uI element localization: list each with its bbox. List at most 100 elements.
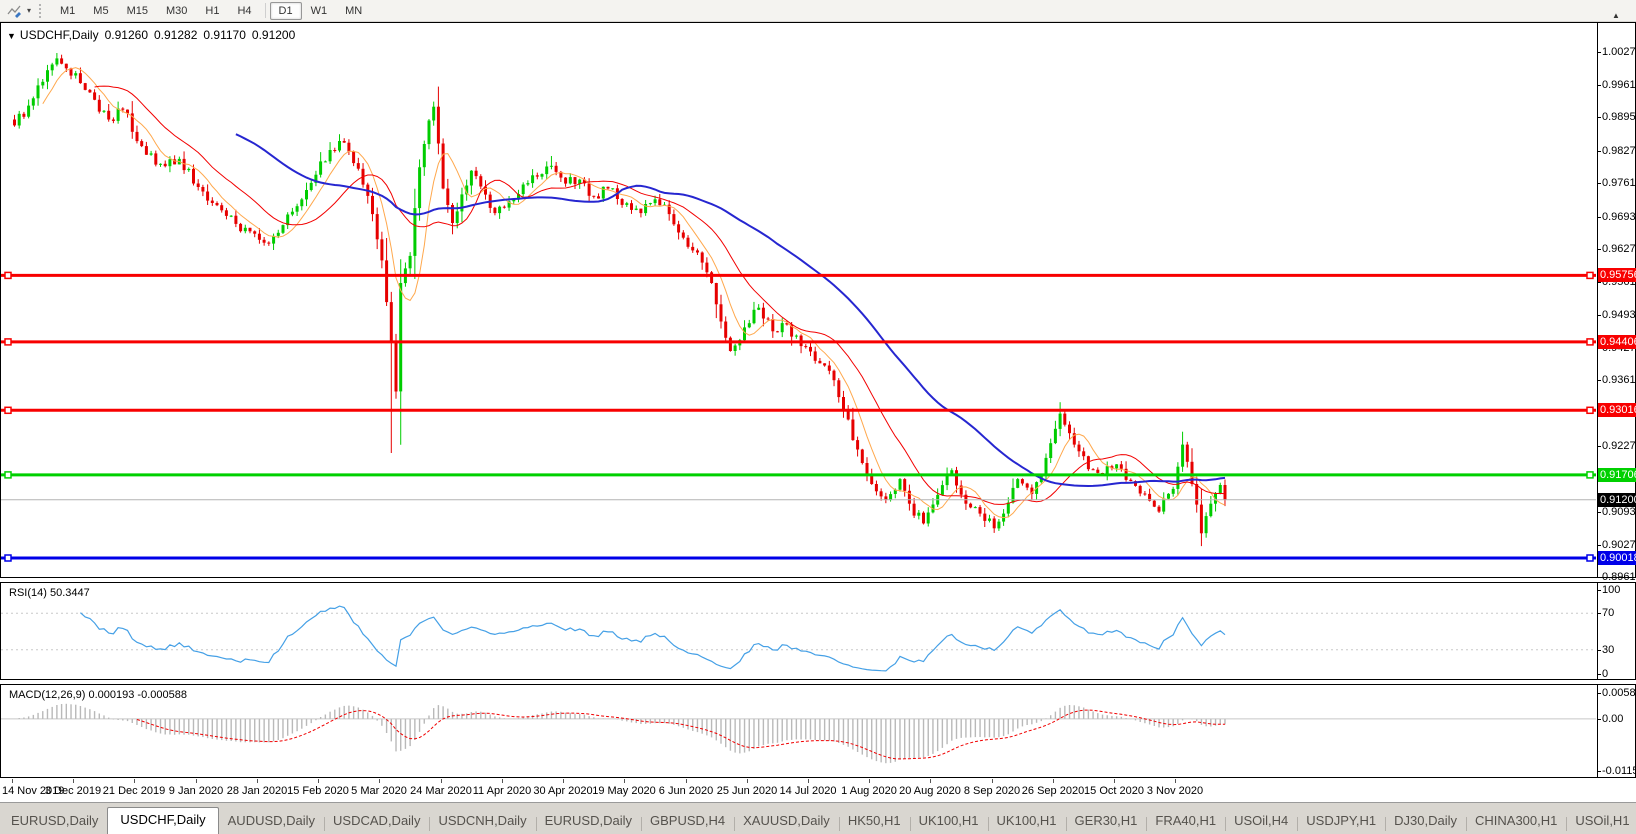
price-tick-label: 0.96270 (1597, 243, 1636, 256)
date-label: 20 Aug 2020 (899, 785, 961, 797)
draw-tool-icon (7, 5, 21, 18)
macd-plot[interactable] (1, 685, 1596, 777)
ohlc-high: 0.91282 (154, 28, 198, 42)
ohlc-open: 0.91260 (104, 28, 148, 42)
hline-price-tag[interactable]: 0.91706 (1598, 468, 1636, 482)
date-tick (686, 779, 687, 783)
symbol-tab-eurusd-daily[interactable]: EURUSD,Daily (2, 809, 107, 834)
symbol-tab-xauusd-daily[interactable]: XAUUSD,Daily (734, 809, 839, 834)
price-tick-label: 0.92270 (1597, 440, 1636, 453)
date-label: 24 Mar 2020 (410, 785, 472, 797)
rsi-line (79, 605, 1226, 672)
ohlc-low: 0.91170 (203, 28, 246, 42)
date-tick (1053, 779, 1054, 783)
date-label: 19 May 2020 (592, 785, 656, 797)
macd-scale-label: 0.00 (1596, 713, 1624, 725)
timeframe-button-m15[interactable]: M15 (118, 2, 157, 20)
date-label: 26 Sep 2020 (1021, 785, 1085, 797)
date-tick (624, 779, 625, 783)
date-tick (318, 779, 319, 783)
rsi-plot[interactable] (1, 583, 1596, 679)
date-label: 11 Apr 2020 (472, 785, 532, 797)
symbol-tab-dj30-daily[interactable]: DJ30,Daily (1385, 809, 1466, 834)
date-label: 8 Sep 2020 (963, 785, 1021, 797)
date-label: 15 Feb 2020 (287, 785, 349, 797)
symbol-tab-usoil-h1[interactable]: USOil,H1 (1566, 809, 1636, 834)
symbol-tab-usdchf-daily[interactable]: USDCHF,Daily (107, 807, 219, 834)
price-tick-label: 0.90930 (1597, 506, 1636, 519)
date-tick (1114, 779, 1115, 783)
main-chart-panel: ▼ USDCHF,Daily 0.91260 0.91282 0.91170 0.9120… (0, 22, 1636, 583)
symbol-tab-fra40-h1[interactable]: FRA40,H1 (1146, 809, 1225, 834)
timeframe-button-m30[interactable]: M30 (157, 2, 196, 20)
ma-fast-line (42, 67, 1226, 519)
rsi-scale-label: 70 (1596, 607, 1615, 619)
date-label: 1 Aug 2020 (841, 785, 897, 797)
ma-slow-line (235, 133, 1226, 488)
hline-price-tag[interactable]: 0.90018 (1598, 551, 1636, 565)
date-label: 5 Mar 2020 (351, 785, 407, 797)
draw-tool-button[interactable] (4, 2, 24, 20)
date-tick (930, 779, 931, 783)
toolbar: ▾ M1 M5 M15 M30 H1 H4 D1 W1 MN (0, 0, 1636, 22)
hline-price-tag[interactable]: 0.95756 (1598, 268, 1636, 282)
price-tick-label: 0.98950 (1597, 111, 1636, 124)
symbol-tab-usdcnh-daily[interactable]: USDCNH,Daily (429, 809, 535, 834)
timeframe-button-m5[interactable]: M5 (84, 2, 117, 20)
date-axis: 14 Nov 2019 3 Dec 2019 21 Dec 2019 9 Jan 20… (0, 779, 1636, 801)
timeframe-button-mn[interactable]: MN (336, 2, 371, 20)
date-tick (1175, 779, 1176, 783)
date-tick (257, 779, 258, 783)
rsi-scale-label: 100 (1596, 584, 1621, 596)
timeframe-button-h4[interactable]: H4 (228, 2, 260, 20)
date-label: 21 Dec 2019 (102, 785, 166, 797)
date-label: 25 Jun 2020 (716, 785, 778, 797)
rsi-scale-label: 0 (1596, 668, 1609, 680)
symbol-tab-china300-h1[interactable]: CHINA300,H1 (1466, 809, 1566, 834)
main-chart-plot[interactable] (1, 23, 1596, 577)
date-label: 28 Jan 2020 (226, 785, 288, 797)
date-tick (134, 779, 135, 783)
date-tick (992, 779, 993, 783)
price-tick-label: 0.94930 (1597, 309, 1636, 322)
symbol-tab-hk50-h1[interactable]: HK50,H1 (838, 809, 910, 834)
timeframe-button-h1[interactable]: H1 (196, 2, 228, 20)
price-tick-label: 0.93610 (1597, 374, 1636, 387)
date-tick (12, 779, 13, 783)
timeframe-button-m1[interactable]: M1 (51, 2, 84, 20)
collapse-arrow-icon[interactable]: ▼ (7, 31, 16, 41)
chevron-down-icon[interactable]: ▾ (24, 6, 34, 15)
symbol-tab-bar: EURUSD,Daily USDCHF,Daily AUDUSD,Daily USDC… (0, 802, 1636, 834)
macd-scale-label: -0.011514 (1597, 765, 1636, 778)
hline-price-tag[interactable]: 0.93016 (1598, 403, 1636, 417)
symbol-tab-usdcad-daily[interactable]: USDCAD,Daily (324, 809, 429, 834)
price-tick-label: 0.97610 (1597, 177, 1636, 190)
symbol-tab-usoil-h4[interactable]: USOil,H4 (1225, 809, 1297, 834)
date-label: 15 Oct 2020 (1084, 785, 1144, 797)
date-tick (196, 779, 197, 783)
date-label: 3 Nov 2020 (1146, 785, 1204, 797)
macd-label: MACD(12,26,9) 0.000193 -0.000588 (9, 689, 187, 701)
ohlc-close: 0.91200 (251, 28, 296, 42)
timeframe-button-w1[interactable]: W1 (302, 2, 337, 20)
date-label: 9 Jan 2020 (168, 785, 224, 797)
hline-price-tag[interactable]: 0.94406 (1598, 335, 1636, 349)
chart-shift-marker-icon: ▲ (1612, 11, 1620, 20)
symbol-tab-eurusd-daily[interactable]: EURUSD,Daily (535, 809, 641, 834)
date-tick (869, 779, 870, 783)
symbol-tab-uk100-h1[interactable]: UK100,H1 (987, 809, 1066, 834)
price-tick-label: 0.96930 (1597, 211, 1636, 224)
symbol-tab-usdjpy-h1[interactable]: USDJPY,H1 (1297, 809, 1385, 834)
toolbar-gripper[interactable] (39, 3, 44, 18)
symbol-tab-ger30-h1[interactable]: GER30,H1 (1065, 809, 1147, 834)
symbol-tab-gbpusd-h4[interactable]: GBPUSD,H4 (640, 809, 734, 834)
symbol-name: USDCHF,Daily (19, 28, 99, 42)
symbol-tab-uk100-h1[interactable]: UK100,H1 (909, 809, 988, 834)
date-label: 14 Jul 2020 (779, 785, 837, 797)
rsi-panel: RSI(14) 50.3447 100 70 30 0 (0, 582, 1636, 680)
symbol-tab-audusd-daily[interactable]: AUDUSD,Daily (219, 809, 324, 834)
date-label: 3 Dec 2019 (44, 785, 102, 797)
rsi-label: RSI(14) 50.3447 (9, 587, 90, 599)
timeframe-button-d1[interactable]: D1 (269, 1, 302, 20)
toolbar-separator (264, 3, 266, 18)
